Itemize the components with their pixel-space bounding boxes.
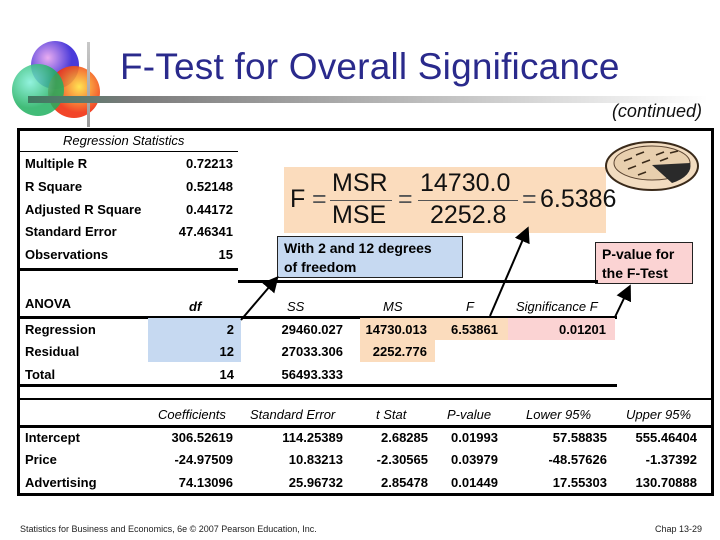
cell-f: 6.53861	[451, 322, 498, 337]
anova-header-f: F	[466, 299, 474, 314]
title-vertical-rule	[87, 42, 90, 127]
coef-header-upper-95: Upper 95%	[626, 407, 692, 422]
title-horizontal-rule	[28, 96, 708, 103]
stat-value: 15	[218, 247, 233, 262]
anova-header-ss: SS	[287, 299, 305, 314]
formula-equals: =	[398, 185, 413, 213]
row-label: Residual	[25, 344, 80, 359]
cell-p-value: 0.03979	[451, 452, 498, 467]
stat-value: 0.52148	[186, 179, 233, 194]
cell-standard-error: 25.96732	[288, 475, 343, 490]
cell-significance-f: 0.01201	[559, 322, 606, 337]
coef-header-standard-error: Standard Error	[250, 407, 336, 422]
cell-df: 14	[219, 367, 234, 382]
cell-df: 12	[219, 344, 234, 359]
cell-lower-95: -48.57626	[548, 452, 607, 467]
cell-df: 2	[226, 322, 234, 337]
cell-ms: 2252.776	[372, 344, 427, 359]
callout-text: P-value for	[602, 246, 675, 262]
cell-ss: 27033.306	[281, 344, 343, 359]
anova-header-ms: MS	[383, 299, 403, 314]
formula-equals: =	[312, 185, 327, 213]
cell-p-value: 0.01449	[451, 475, 498, 490]
stat-label: Standard Error	[25, 224, 117, 239]
stat-value: 47.46341	[178, 224, 233, 239]
cell-lower-95: 57.58835	[552, 430, 607, 445]
cell-ss: 29460.027	[281, 322, 343, 337]
cell-ms: 14730.013	[365, 322, 427, 337]
cell-standard-error: 10.83213	[288, 452, 343, 467]
cell-coefficient: -24.97509	[174, 452, 233, 467]
formula-equals: =	[522, 185, 537, 213]
anova-header-df: df	[189, 299, 202, 314]
callout-text: the F-Test	[602, 265, 668, 281]
coef-header-coefficients: Coefficients	[158, 407, 226, 422]
divider	[238, 280, 598, 283]
cell-upper-95: 130.70888	[635, 475, 697, 490]
divider	[17, 268, 238, 271]
footer-copyright: Statistics for Business and Economics, 6…	[20, 524, 317, 534]
slide-title: F-Test for Overall Significance	[120, 46, 620, 87]
row-label: Regression	[25, 322, 96, 337]
coef-header-p-value: P-value	[447, 407, 492, 422]
cell-coefficient: 74.13096	[178, 475, 233, 490]
divider	[17, 398, 714, 400]
divider	[20, 151, 238, 152]
anova-title: ANOVA	[25, 296, 71, 311]
coef-header-t-stat: t Stat	[376, 407, 407, 422]
coef-header-lower-95: Lower 95%	[526, 407, 592, 422]
f-formula: F = MSR MSE = 14730.0 2252.8 = 6.5386	[284, 167, 616, 233]
stat-label: Observations	[25, 247, 109, 262]
row-label: Price	[25, 452, 57, 467]
f-formula-box: F = MSR MSE = 14730.0 2252.8 = 6.5386	[284, 167, 616, 233]
formula-numerator-label: MSR	[332, 169, 388, 197]
cell-lower-95: 17.55303	[552, 475, 607, 490]
formula-denominator-label: MSE	[332, 201, 387, 229]
stat-label: Multiple R	[25, 156, 88, 171]
footer-page-number: Chap 13-29	[654, 524, 702, 534]
p-value-callout: P-value for the F-Test	[595, 242, 693, 284]
anova-header-significance-f: Significance F	[516, 299, 598, 314]
divider	[17, 425, 714, 428]
stat-value: 0.44172	[186, 202, 233, 217]
slide-subtitle: (continued)	[611, 101, 702, 121]
stat-value: 0.72213	[186, 156, 233, 171]
cell-standard-error: 114.25389	[282, 430, 343, 445]
cell-upper-95: 555.46404	[635, 430, 697, 445]
formula-f: F	[290, 185, 306, 213]
formula-denominator-value: 2252.8	[430, 201, 507, 229]
row-label: Advertising	[25, 475, 97, 490]
row-label: Total	[25, 367, 56, 382]
divider	[17, 384, 617, 387]
callout-text: With 2 and 12 degrees	[284, 240, 432, 256]
formula-numerator-value: 14730.0	[420, 169, 511, 197]
stat-label: R Square	[25, 179, 83, 194]
row-label: Intercept	[25, 430, 80, 445]
degrees-of-freedom-callout: With 2 and 12 degrees of freedom	[277, 236, 463, 278]
cell-t-stat: 2.68285	[381, 430, 428, 445]
cell-coefficient: 306.52619	[171, 430, 233, 445]
pie-clipart-icon	[605, 141, 699, 191]
cell-ss: 56493.333	[281, 367, 343, 382]
regression-stats-header: Regression Statistics	[63, 133, 185, 148]
slide-logo-circles-icon	[12, 41, 100, 118]
callout-text: of freedom	[284, 259, 357, 275]
cell-t-stat: -2.30565	[376, 452, 428, 467]
cell-upper-95: -1.37392	[645, 452, 697, 467]
cell-p-value: 0.01993	[451, 430, 498, 445]
cell-t-stat: 2.85478	[381, 475, 428, 490]
stat-label: Adjusted R Square	[25, 202, 142, 217]
